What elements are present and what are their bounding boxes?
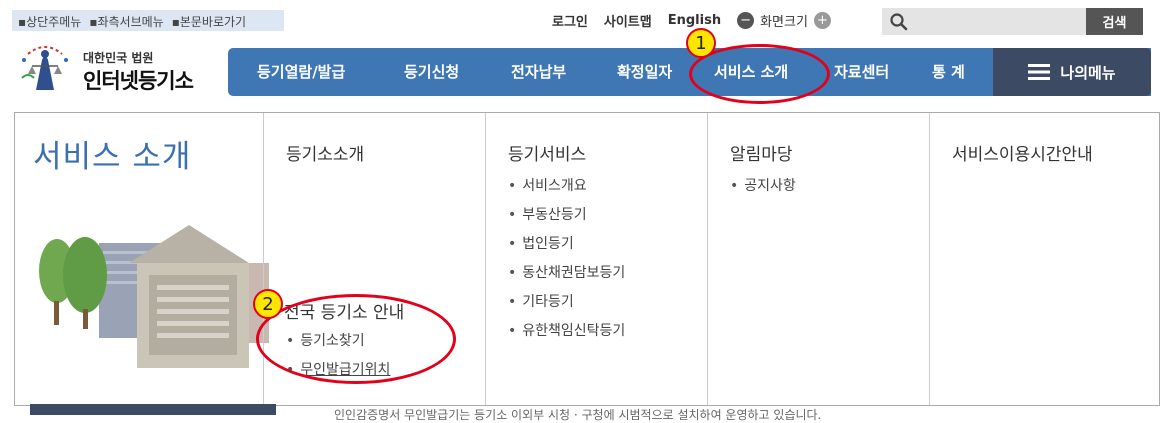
- utility-bar: 로그인 사이트맵 English − 화면크기 +: [552, 11, 831, 30]
- login-link[interactable]: 로그인: [552, 11, 588, 30]
- search-icon: [890, 13, 908, 31]
- search-bar: 검색: [882, 8, 1143, 35]
- zoom-in-icon[interactable]: +: [813, 12, 831, 29]
- skip-links: ▪상단주메뉴 ▪좌측서브메뉴 ▪본문바로가기: [12, 10, 284, 31]
- column-registry-service: 등기서비스 서비스개요 부동산등기 법인등기 동산채권담보등기 기타등기 유한책…: [485, 113, 707, 405]
- list-item-corporate[interactable]: 법인등기: [508, 233, 625, 262]
- logo-subtitle: 대한민국 법원: [83, 51, 154, 65]
- logo-title: 인터넷등기소: [83, 69, 194, 93]
- list-item-other[interactable]: 기타등기: [508, 291, 625, 320]
- mega-menu-title: 서비스 소개: [33, 139, 192, 175]
- building-illustration: [39, 225, 269, 368]
- skip-link-side-menu[interactable]: ▪좌측서브메뉴: [89, 13, 163, 29]
- list-item-notices[interactable]: 공지사항: [730, 175, 796, 204]
- nav-e-payment[interactable]: 전자납부: [511, 48, 566, 96]
- english-link[interactable]: English: [668, 13, 721, 28]
- my-menu-label: 나의메뉴: [1060, 63, 1116, 82]
- mega-menu-panel: 서비스 소개 등기소소개 전국 등기소 안내 등기소찾기 무인발급기위치 등기서…: [14, 112, 1160, 406]
- zoom-out-icon[interactable]: −: [737, 12, 755, 29]
- my-menu-button[interactable]: 나의메뉴: [993, 48, 1151, 96]
- nav-statistics[interactable]: 통 계: [932, 48, 965, 96]
- annotation-badge-2: 2: [253, 289, 283, 319]
- zoom-control: − 화면크기 +: [737, 11, 831, 30]
- search-box: [882, 8, 1086, 35]
- list-item-real-estate[interactable]: 부동산등기: [508, 204, 625, 233]
- search-input[interactable]: [916, 11, 1076, 32]
- nav-fixed-date[interactable]: 확정일자: [617, 48, 672, 96]
- annotation-circle-2: [256, 294, 456, 384]
- annotation-badge-1: 1: [686, 28, 716, 58]
- nav-registry-apply[interactable]: 등기신청: [404, 48, 459, 96]
- court-emblem-icon: [21, 46, 68, 90]
- list-item-limited-trust[interactable]: 유한책임신탁등기: [508, 320, 625, 349]
- nav-data-center[interactable]: 자료센터: [834, 48, 889, 96]
- column-notice-board: 알림마당 공지사항: [707, 113, 929, 405]
- skip-link-content[interactable]: ▪본문바로가기: [172, 13, 246, 29]
- search-button[interactable]: 검색: [1086, 8, 1143, 35]
- column-heading-registry-office[interactable]: 등기소소개: [286, 140, 364, 165]
- column-service-hours: 서비스이용시간안내: [929, 113, 1159, 405]
- sitemap-link[interactable]: 사이트맵: [604, 11, 652, 30]
- skip-link-top-menu[interactable]: ▪상단주메뉴: [18, 13, 81, 29]
- zoom-label: 화면크기: [760, 15, 808, 30]
- nav-registry-view[interactable]: 등기열람/발급: [257, 48, 345, 96]
- hamburger-icon: [1028, 64, 1051, 80]
- column-heading-service-hours[interactable]: 서비스이용시간안내: [952, 140, 1093, 165]
- column-heading-notice-board[interactable]: 알림마당: [730, 140, 793, 165]
- registry-service-list: 서비스개요 부동산등기 법인등기 동산채권담보등기 기타등기 유한책임신탁등기: [508, 175, 625, 349]
- site-logo[interactable]: 대한민국 법원 인터넷등기소: [14, 38, 214, 98]
- column-heading-registry-service[interactable]: 등기서비스: [508, 140, 586, 165]
- left-sidebar-header: [30, 404, 276, 415]
- list-item-movable-assets[interactable]: 동산채권담보등기: [508, 262, 625, 291]
- notice-board-list: 공지사항: [730, 175, 796, 204]
- list-item-service-overview[interactable]: 서비스개요: [508, 175, 625, 204]
